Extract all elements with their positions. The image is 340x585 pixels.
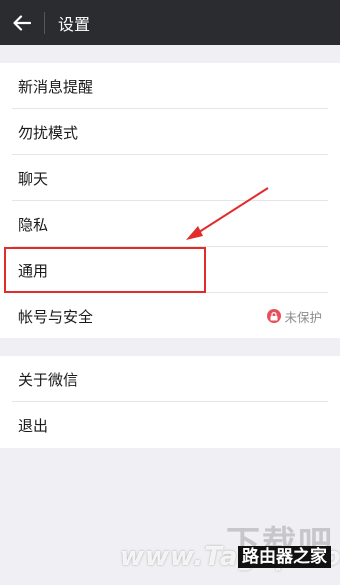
watermark-badge: 路由器之家 (238, 546, 331, 568)
annotation-arrow-icon (186, 187, 269, 240)
watermark: 下载吧 www.Tagxp.com 路由器之家 (120, 520, 340, 585)
settings-screen: 设置 新消息提醒 勿扰模式 聊天 隐私 通用 帐号与安全 未保护 关于微信 退出… (0, 0, 340, 585)
